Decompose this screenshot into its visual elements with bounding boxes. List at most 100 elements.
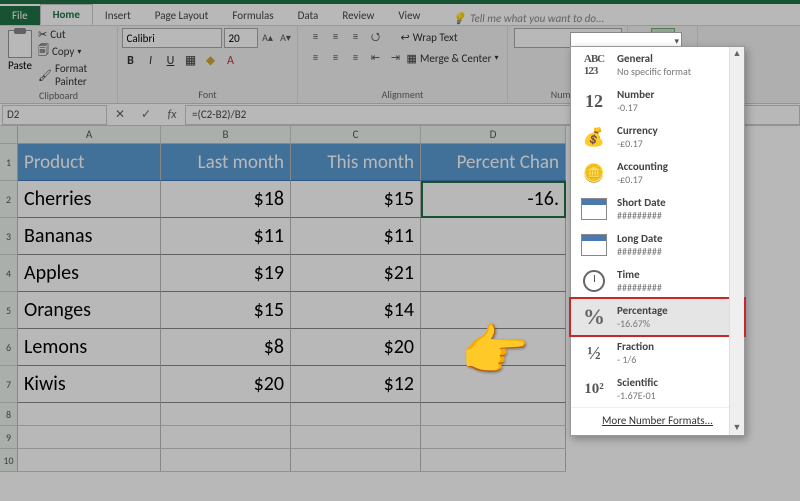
wrap-text-button[interactable]: ↩Wrap Text [401,31,458,44]
cell[interactable]: -16. [421,181,566,218]
cell[interactable]: $15 [161,292,291,329]
name-box[interactable] [2,105,107,125]
format-option-percentage[interactable]: % Percentage-16.67% [571,299,744,335]
row-header[interactable]: 3 [0,218,18,255]
format-option-number[interactable]: 12 Number-0.17 [571,83,744,119]
row-header[interactable]: 8 [0,403,18,426]
orientation-button[interactable]: ⭯ [367,28,385,46]
align-left-button[interactable]: ≡ [307,49,325,67]
dropdown-scrollbar[interactable]: ▲ ▼ [729,47,744,435]
cell[interactable]: Apples [18,255,161,292]
cell[interactable]: Product [18,144,161,181]
bold-button[interactable]: B [122,52,140,70]
format-option-long-date[interactable]: Long Date######### [571,227,744,263]
cell[interactable] [421,403,566,426]
cell[interactable]: $14 [291,292,421,329]
italic-button[interactable]: I [142,52,160,70]
cell[interactable] [291,403,421,426]
format-option-accounting[interactable]: 🪙 Accounting-£0.17 [571,155,744,191]
cell[interactable]: $18 [161,181,291,218]
tab-formulas[interactable]: Formulas [220,6,285,25]
more-number-formats-link[interactable]: More Number Formats... [571,407,744,433]
cell[interactable]: Bananas [18,218,161,255]
copy-button[interactable]: 🗐Copy ▾ [38,42,111,61]
format-option-general[interactable]: ABC123 GeneralNo specific format [571,47,744,83]
cell[interactable] [161,403,291,426]
font-name-combo[interactable] [122,28,222,48]
col-header-A[interactable]: A [18,126,161,144]
format-option-scientific[interactable]: 10² Scientific-1.67E-01 [571,371,744,407]
cell[interactable]: Cherries [18,181,161,218]
tab-home[interactable]: Home [40,4,93,25]
cell[interactable] [161,426,291,449]
row-header[interactable]: 4 [0,255,18,292]
tab-review[interactable]: Review [330,6,386,25]
cell[interactable]: $20 [291,329,421,366]
cell[interactable]: $11 [291,218,421,255]
merge-center-button[interactable]: ▦Merge & Center ▾ [407,52,499,65]
align-middle-button[interactable]: ≡ [327,28,345,46]
align-right-button[interactable]: ≡ [347,49,365,67]
align-center-button[interactable]: ≡ [327,49,345,67]
font-color-button[interactable]: A [222,52,240,70]
cut-button[interactable]: ✂Cut [38,28,111,41]
format-option-fraction[interactable]: ½ Fraction- 1/6 [571,335,744,371]
col-header-B[interactable]: B [161,126,291,144]
cell[interactable]: Lemons [18,329,161,366]
cell[interactable] [421,255,566,292]
cell[interactable] [161,449,291,472]
increase-indent-button[interactable]: ⇥ [387,49,405,67]
tab-insert[interactable]: Insert [93,6,143,25]
row-header[interactable]: 1 [0,144,18,181]
cell[interactable]: $19 [161,255,291,292]
cell[interactable] [291,426,421,449]
row-header[interactable]: 7 [0,366,18,403]
format-option-short-date[interactable]: Short Date######### [571,191,744,227]
fx-button[interactable]: fx [163,108,181,122]
align-top-button[interactable]: ≡ [307,28,325,46]
row-header[interactable]: 10 [0,449,18,472]
cell[interactable] [291,449,421,472]
tell-me-search[interactable]: 💡Tell me what you want to do... [452,12,604,25]
row-header[interactable]: 2 [0,181,18,218]
format-option-time[interactable]: Time######### [571,263,744,299]
cell[interactable]: Percent Chan [421,144,566,181]
cell[interactable]: $11 [161,218,291,255]
cell[interactable]: $15 [291,181,421,218]
cell[interactable] [421,426,566,449]
cell[interactable]: This month [291,144,421,181]
row-header[interactable]: 6 [0,329,18,366]
format-option-currency[interactable]: 💰 Currency-£0.17 [571,119,744,155]
tab-page-layout[interactable]: Page Layout [143,6,221,25]
cell[interactable]: $8 [161,329,291,366]
paste-button[interactable]: Paste [6,28,34,88]
cell[interactable] [18,426,161,449]
decrease-font-button[interactable]: A▾ [278,30,294,46]
cell[interactable] [421,449,566,472]
select-all-corner[interactable] [0,126,18,144]
font-size-combo[interactable] [224,28,258,48]
cell[interactable]: Last month [161,144,291,181]
fill-color-button[interactable]: ◆ [202,52,220,70]
decrease-indent-button[interactable]: ⇤ [367,49,385,67]
align-bottom-button[interactable]: ≡ [347,28,365,46]
enter-formula-button[interactable]: ✓ [137,107,155,122]
tab-file[interactable]: File [0,6,40,25]
cancel-formula-button[interactable]: ✕ [111,107,129,122]
cell[interactable] [421,218,566,255]
col-header-D[interactable]: D [421,126,566,144]
cell[interactable]: $20 [161,366,291,403]
row-header[interactable]: 5 [0,292,18,329]
format-painter-button[interactable]: 🖌Format Painter [38,62,111,88]
cell[interactable]: $21 [291,255,421,292]
tab-data[interactable]: Data [286,6,331,25]
underline-button[interactable]: U [162,52,180,70]
cell[interactable] [18,449,161,472]
row-header[interactable]: 9 [0,426,18,449]
tab-view[interactable]: View [386,6,432,25]
increase-font-button[interactable]: A▴ [260,30,276,46]
borders-button[interactable]: ▦ [182,52,200,70]
cell[interactable]: $12 [291,366,421,403]
cell[interactable]: Kiwis [18,366,161,403]
cell[interactable]: Oranges [18,292,161,329]
